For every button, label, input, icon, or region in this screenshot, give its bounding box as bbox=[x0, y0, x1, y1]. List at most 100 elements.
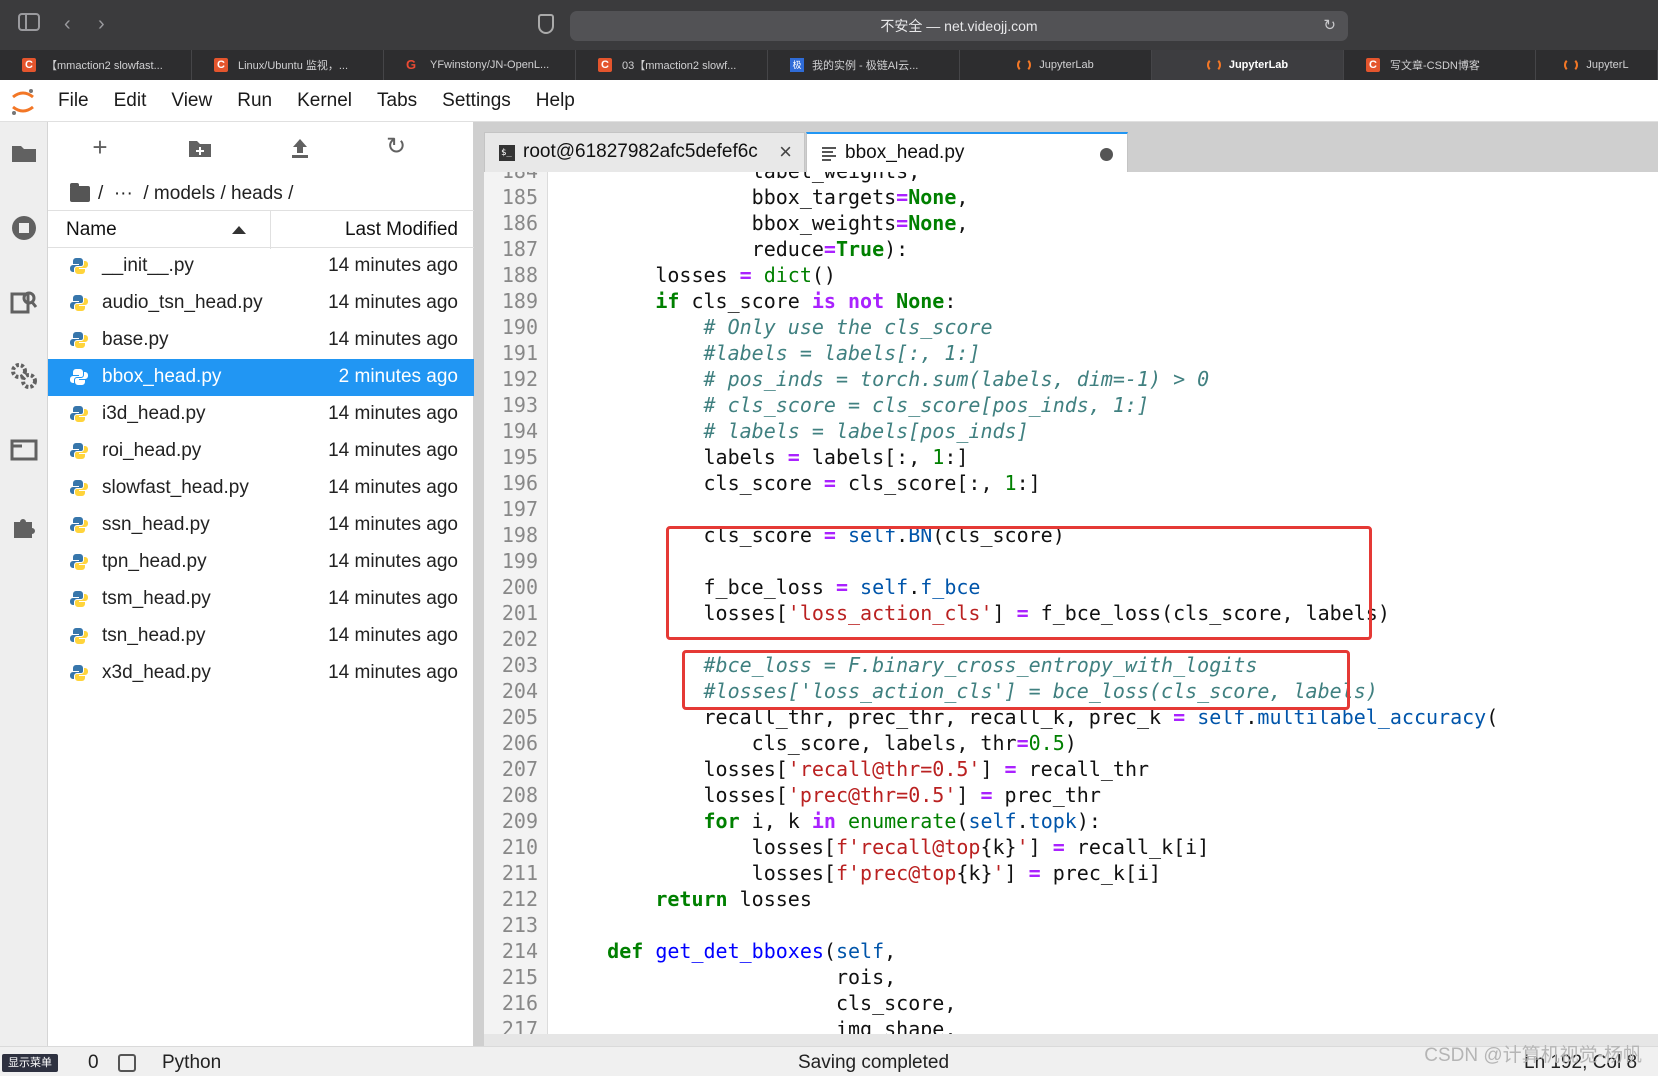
unsaved-dot-icon[interactable] bbox=[1100, 148, 1113, 161]
gear-icon[interactable] bbox=[10, 362, 38, 390]
code-text[interactable]: losses[f'recall@top{k}'] = recall_k[i] bbox=[559, 834, 1210, 860]
code-editor[interactable]: 184 label_weights,185 bbox_targets=None,… bbox=[484, 172, 1658, 1046]
browser-tab[interactable]: C Linux/Ubuntu 监视，... bbox=[192, 50, 384, 80]
browser-tab[interactable]: C 03【mmaction2 slowf... bbox=[576, 50, 768, 80]
code-text[interactable]: for i, k in enumerate(self.topk): bbox=[559, 808, 1101, 834]
code-line[interactable]: 186 bbox_weights=None, bbox=[484, 210, 1658, 236]
code-text[interactable]: bbox_weights=None, bbox=[559, 210, 969, 236]
back-icon[interactable]: ‹ bbox=[64, 13, 71, 36]
code-text[interactable]: cls_score = cls_score[:, 1:] bbox=[559, 470, 1040, 496]
menu-settings[interactable]: Settings bbox=[442, 90, 511, 112]
show-menu-badge[interactable]: 显示菜单 bbox=[2, 1054, 58, 1072]
code-line[interactable]: 195 labels = labels[:, 1:] bbox=[484, 444, 1658, 470]
menu-run[interactable]: Run bbox=[237, 90, 272, 112]
menu-file[interactable]: File bbox=[58, 90, 89, 112]
menu-edit[interactable]: Edit bbox=[114, 90, 147, 112]
code-text[interactable]: def get_det_bboxes(self, bbox=[559, 938, 896, 964]
breadcrumb[interactable]: / ··· / models / heads / bbox=[70, 180, 293, 208]
column-name[interactable]: Name bbox=[66, 219, 117, 241]
running-icon[interactable] bbox=[10, 214, 38, 242]
browser-tab[interactable]: C 【mmaction2 slowfast... bbox=[0, 50, 192, 80]
code-line[interactable]: 209 for i, k in enumerate(self.topk): bbox=[484, 808, 1658, 834]
browser-tab-active[interactable]: JupyterLab bbox=[1152, 50, 1344, 80]
forward-icon[interactable]: › bbox=[98, 13, 105, 36]
browser-tab[interactable]: C 写文章-CSDN博客 bbox=[1344, 50, 1536, 80]
extension-icon[interactable] bbox=[10, 512, 38, 540]
reload-icon[interactable]: ↻ bbox=[1323, 11, 1336, 41]
new-folder-icon[interactable] bbox=[186, 134, 214, 162]
tab-terminal[interactable]: $_ root@61827982afc5defef6c × bbox=[484, 132, 805, 172]
breadcrumb-path[interactable]: / ··· / models / heads / bbox=[98, 183, 293, 205]
close-icon[interactable]: × bbox=[779, 139, 792, 165]
code-line[interactable]: 184 label_weights, bbox=[484, 172, 1658, 184]
code-text[interactable]: losses['prec@thr=0.5'] = prec_thr bbox=[559, 782, 1100, 808]
new-launcher-icon[interactable]: + bbox=[86, 134, 114, 162]
code-text[interactable]: label_weights, bbox=[559, 172, 921, 184]
menu-kernel[interactable]: Kernel bbox=[297, 90, 352, 112]
code-text[interactable]: return losses bbox=[559, 886, 812, 912]
file-row[interactable]: tsm_head.py 14 minutes ago bbox=[48, 581, 474, 618]
command-palette-icon[interactable] bbox=[10, 288, 38, 316]
code-text[interactable]: losses['recall@thr=0.5'] = recall_thr bbox=[559, 756, 1149, 782]
code-text[interactable]: # Only use the cls_score bbox=[559, 314, 993, 340]
status-count[interactable]: 0 bbox=[88, 1052, 99, 1074]
code-line[interactable]: 192 # pos_inds = torch.sum(labels, dim=-… bbox=[484, 366, 1658, 392]
code-text[interactable]: losses[f'prec@top{k}'] = prec_k[i] bbox=[559, 860, 1161, 886]
code-text[interactable]: reduce=True): bbox=[559, 236, 909, 262]
file-row[interactable]: tsn_head.py 14 minutes ago bbox=[48, 618, 474, 655]
sidebar-toggle-icon[interactable] bbox=[18, 13, 40, 37]
code-line[interactable]: 215 rois, bbox=[484, 964, 1658, 990]
file-row[interactable]: i3d_head.py 14 minutes ago bbox=[48, 396, 474, 433]
code-text[interactable]: labels = labels[:, 1:] bbox=[559, 444, 968, 470]
code-text[interactable]: if cls_score is not None: bbox=[559, 288, 956, 314]
code-line[interactable]: 207 losses['recall@thr=0.5'] = recall_th… bbox=[484, 756, 1658, 782]
browser-tab[interactable]: JupyterLab bbox=[960, 50, 1152, 80]
code-line[interactable]: 213 bbox=[484, 912, 1658, 938]
file-row[interactable]: __init__.py 14 minutes ago bbox=[48, 248, 474, 285]
code-line[interactable]: 197 bbox=[484, 496, 1658, 522]
code-line[interactable]: 191 #labels = labels[:, 1:] bbox=[484, 340, 1658, 366]
browser-tab[interactable]: 极我的实例 - 极链AI云... bbox=[768, 50, 960, 80]
file-row[interactable]: audio_tsn_head.py 14 minutes ago bbox=[48, 285, 474, 322]
code-line[interactable]: 210 losses[f'recall@top{k}'] = recall_k[… bbox=[484, 834, 1658, 860]
code-line[interactable]: 185 bbox_targets=None, bbox=[484, 184, 1658, 210]
file-row[interactable]: tpn_head.py 14 minutes ago bbox=[48, 544, 474, 581]
menu-view[interactable]: View bbox=[171, 90, 212, 112]
menu-tabs[interactable]: Tabs bbox=[377, 90, 417, 112]
refresh-icon[interactable]: ↻ bbox=[382, 134, 410, 162]
menu-help[interactable]: Help bbox=[536, 90, 575, 112]
column-last-modified[interactable]: Last Modified bbox=[345, 219, 458, 241]
address-bar[interactable]: 不安全 — net.videojj.com ↻ bbox=[570, 11, 1348, 41]
code-text[interactable]: bbox_targets=None, bbox=[559, 184, 969, 210]
code-text[interactable]: cls_score, bbox=[559, 990, 956, 1016]
code-line[interactable]: 190 # Only use the cls_score bbox=[484, 314, 1658, 340]
folder-icon[interactable] bbox=[70, 183, 90, 202]
tabs-panel-icon[interactable] bbox=[10, 438, 38, 466]
code-line[interactable]: 196 cls_score = cls_score[:, 1:] bbox=[484, 470, 1658, 496]
sort-ascending-icon[interactable] bbox=[232, 226, 246, 234]
code-line[interactable]: 189 if cls_score is not None: bbox=[484, 288, 1658, 314]
kernel-chip-icon[interactable] bbox=[118, 1054, 136, 1072]
code-line[interactable]: 193 # cls_score = cls_score[pos_inds, 1:… bbox=[484, 392, 1658, 418]
code-text[interactable]: # cls_score = cls_score[pos_inds, 1:] bbox=[559, 392, 1150, 418]
file-row[interactable]: ssn_head.py 14 minutes ago bbox=[48, 507, 474, 544]
file-row[interactable]: base.py 14 minutes ago bbox=[48, 322, 474, 359]
folder-icon[interactable] bbox=[10, 140, 38, 168]
code-line[interactable]: 187 reduce=True): bbox=[484, 236, 1658, 262]
code-line[interactable]: 214 def get_det_bboxes(self, bbox=[484, 938, 1658, 964]
code-text[interactable]: losses = dict() bbox=[559, 262, 836, 288]
browser-tab[interactable]: G YFwinstony/JN-OpenL... bbox=[384, 50, 576, 80]
code-text[interactable]: # labels = labels[pos_inds] bbox=[559, 418, 1029, 444]
file-row[interactable]: bbox_head.py 2 minutes ago bbox=[48, 359, 474, 396]
code-line[interactable]: 194 # labels = labels[pos_inds] bbox=[484, 418, 1658, 444]
file-row[interactable]: x3d_head.py 14 minutes ago bbox=[48, 655, 474, 692]
code-line[interactable]: 212 return losses bbox=[484, 886, 1658, 912]
status-kernel[interactable]: Python bbox=[162, 1052, 221, 1074]
tab-bbox-head[interactable]: bbox_head.py bbox=[806, 132, 1128, 172]
code-line[interactable]: 216 cls_score, bbox=[484, 990, 1658, 1016]
upload-icon[interactable] bbox=[286, 134, 314, 162]
file-row[interactable]: slowfast_head.py 14 minutes ago bbox=[48, 470, 474, 507]
code-text[interactable]: cls_score, labels, thr=0.5) bbox=[559, 730, 1077, 756]
code-line[interactable]: 211 losses[f'prec@top{k}'] = prec_k[i] bbox=[484, 860, 1658, 886]
column-divider[interactable] bbox=[270, 211, 271, 249]
